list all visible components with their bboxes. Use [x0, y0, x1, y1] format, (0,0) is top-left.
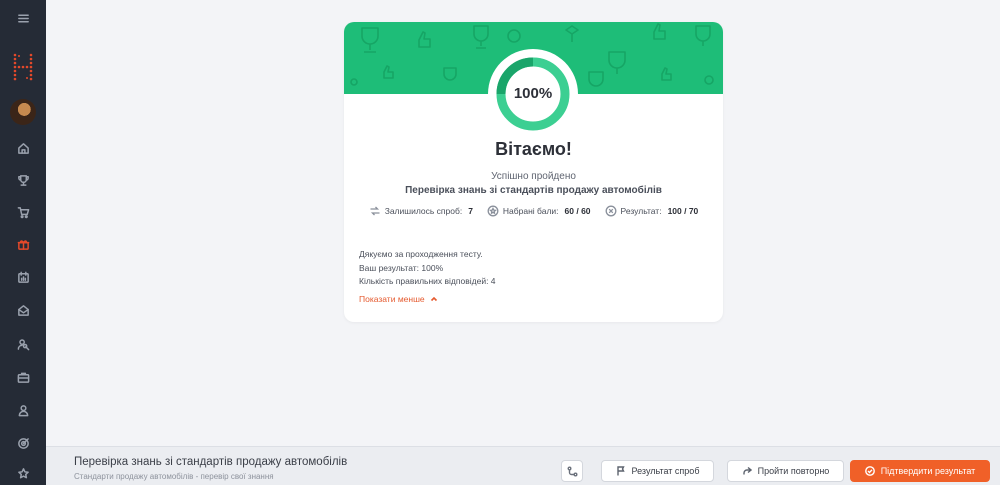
confirm-result-label: Підтвердити результат [880, 466, 976, 476]
share-arrow-icon [742, 466, 752, 475]
points-icon [487, 205, 499, 217]
home-icon[interactable] [0, 134, 46, 162]
route-icon [567, 466, 577, 476]
menu-icon[interactable] [0, 4, 46, 32]
result-details: Дякуємо за проходження тесту. Ваш резуль… [359, 248, 496, 289]
footer-subtitle: Стандарти продажу автомобілів - перевір … [74, 472, 274, 481]
flag-icon [616, 466, 625, 476]
calendar-chart-icon[interactable] [0, 263, 46, 291]
points-label: Набрані бали: [502, 206, 559, 216]
result-icon [605, 205, 616, 217]
attempts-value: 7 [468, 206, 473, 216]
result-stats: Залишилось спроб: 7 Набрані бали: 60 / 6… [344, 205, 723, 217]
progress-percent: 100% [513, 85, 553, 102]
star-icon[interactable] [0, 459, 46, 485]
footer-title: Перевірка знань зі стандартів продажу ав… [74, 456, 348, 468]
points-stat: Набрані бали: 60 / 60 [487, 205, 591, 217]
target-icon[interactable] [0, 429, 46, 457]
attempts-label: Залишилось спроб: [384, 206, 463, 216]
result-stat: Результат: 100 / 70 [605, 205, 699, 217]
show-less-toggle[interactable]: Показати менше [359, 294, 438, 304]
test-name: Перевірка знань зі стандартів продажу ав… [405, 185, 662, 196]
result-subtitle: Успішно пройдено [491, 171, 576, 182]
user-icon[interactable] [0, 396, 46, 424]
chevron-up-icon [430, 296, 437, 302]
progress-ring: 100% [488, 49, 578, 139]
points-value: 60 / 60 [564, 206, 591, 216]
user-search-icon[interactable] [0, 330, 46, 358]
show-less-label: Показати менше [359, 294, 425, 304]
cart-icon[interactable] [0, 198, 46, 226]
retry-label: Пройти повторно [757, 466, 830, 476]
attempts-icon [370, 206, 380, 216]
trophy-icon[interactable] [0, 166, 46, 194]
inbox-icon[interactable] [0, 296, 46, 324]
sidebar [0, 0, 46, 485]
attempts-results-button[interactable]: Результат спроб [601, 460, 714, 482]
avatar[interactable] [10, 99, 36, 125]
result-label: Результат: [620, 206, 662, 216]
details-line: Кількість правильних відповідей: 4 [359, 276, 496, 286]
logo-icon [13, 53, 33, 81]
result-value: 100 / 70 [667, 206, 699, 216]
check-circle-icon [864, 466, 875, 476]
route-button[interactable] [561, 460, 583, 482]
result-card: 100% Вітаємо! Успішно пройдено Перевірка… [344, 22, 723, 322]
details-line: Ваш результат: 100% [359, 262, 444, 273]
retry-button[interactable]: Пройти повторно [727, 460, 844, 482]
details-line: Дякуємо за проходження тесту. [359, 249, 483, 259]
confirm-result-button[interactable]: Підтвердити результат [850, 460, 990, 482]
result-title: Вітаємо! [495, 139, 572, 159]
briefcase-icon[interactable] [0, 363, 46, 391]
attempts-results-label: Результат спроб [631, 466, 700, 476]
gift-icon[interactable] [0, 230, 46, 258]
attempts-stat: Залишилось спроб: 7 [369, 205, 473, 217]
footer-bar: Перевірка знань зі стандартів продажу ав… [46, 446, 1000, 485]
